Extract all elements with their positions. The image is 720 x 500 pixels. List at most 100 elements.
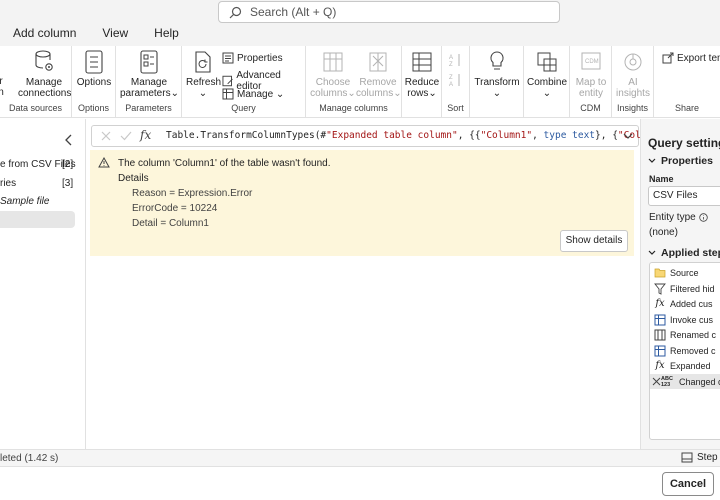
ribbon: rn Manage connections Data sources Optio… [0,46,720,118]
group-parameters: Manage parameters⌄ Parameters [116,46,182,118]
reduce-rows-label-2: rows [407,88,429,99]
map-to-entity-button[interactable]: CDM Map to entity [572,50,610,99]
export-template-label: Export temp [677,52,720,64]
group-label-manage-columns: Manage columns [319,103,388,113]
group-insights: AI insights Insights [612,46,654,118]
applied-steps-section-header[interactable]: Applied steps [648,247,720,259]
abc-123-icon: ABC 123 [661,375,673,388]
group-label-query: Query [231,103,256,113]
choose-columns-icon [323,52,343,72]
ai-insights-icon [624,53,642,71]
info-icon[interactable] [699,213,708,222]
combine-button[interactable]: Combine ⌄ [526,50,568,99]
step-label: Step [697,452,718,463]
table-icon [654,314,666,325]
queries-pane: e from CSV Files [2] ries [3] Sample fil… [0,119,86,449]
error-panel: The column 'Column1' of the table wasn't… [90,150,634,256]
search-icon [229,6,242,18]
data-source-partial-button[interactable]: rn [0,76,6,98]
manage-parameters-label-1: Manage [130,77,168,88]
cancel-button[interactable]: Cancel [662,472,714,496]
applied-step[interactable]: Invoke cus [650,312,720,327]
ai-insights-label-2: insights [616,88,650,99]
formula-text[interactable]: Table.TransformColumnTypes(#"Expanded ta… [166,130,675,141]
expand-formula-chevron-icon[interactable] [622,131,634,141]
manage-parameters-button[interactable]: Manage parameters⌄ [120,50,179,99]
menu-help[interactable]: Help [141,26,192,40]
ai-insights-button[interactable]: AI insights [614,50,652,99]
fx-icon: fx [655,298,665,309]
manage-query-label: Manage [237,88,274,100]
applied-step[interactable]: fx Expanded [650,358,720,373]
query-item-label[interactable]: ries [0,178,16,189]
group-query: Refresh ⌄ Properties Advanced editor Mana… [182,46,306,118]
step-view-button[interactable]: Step [681,452,718,463]
name-field[interactable]: CSV Files [648,186,720,206]
transform-button[interactable]: Transform ⌄ [473,50,521,99]
formula-bar[interactable]: fx Table.TransformColumnTypes(#"Expanded… [91,125,675,147]
search-box[interactable]: Search (Alt + Q) [218,1,560,23]
group-label-data-sources: Data sources [8,103,63,113]
group-label-insights: Insights [616,103,649,113]
applied-step[interactable]: Source [650,265,720,280]
error-details-label: Details [118,173,149,184]
properties-section-header[interactable]: Properties [648,155,713,167]
export-template-button[interactable]: Export temp [662,52,720,64]
entity-type-label: Entity type [649,212,696,223]
delete-step-icon[interactable] [652,377,661,386]
name-label: Name [649,174,674,184]
refresh-label: Refresh [186,77,222,88]
applied-step[interactable]: fx Added cus [650,296,720,311]
svg-text:A: A [449,55,453,61]
group-label-cdm: CDM [580,103,601,113]
chevron-down-icon [648,250,656,255]
applied-step[interactable]: Filtered hid [650,281,720,296]
manage-connections-label-2: connections [18,88,72,99]
manage-connections-label-1: Manage [25,77,63,88]
chevron-down-icon: ⌄ [170,88,179,99]
choose-columns-button[interactable]: Choose columns⌄ [310,50,356,99]
properties-button[interactable]: Properties [222,52,283,64]
applied-step[interactable]: Removed c [650,343,720,358]
query-item-count: [2] [62,159,74,170]
menu-view[interactable]: View [89,26,141,40]
search-placeholder: Search (Alt + Q) [250,5,337,19]
filter-icon [654,283,666,295]
menu-add-column[interactable]: Add column [0,26,89,40]
query-item-label[interactable]: Sample file [0,196,49,207]
sort-ascending-icon[interactable]: AZ [449,52,463,68]
applied-step-selected[interactable]: ABC 123 Changed c [650,374,720,389]
options-label: Options [76,77,112,88]
options-button[interactable]: Options [76,50,112,88]
refresh-button[interactable]: Refresh ⌄ [186,50,222,99]
sort-descending-icon[interactable]: ZA [449,72,463,88]
properties-icon [222,52,234,64]
svg-text:Z: Z [449,62,453,68]
manage-connections-button[interactable]: Manage connections [18,50,72,99]
fx-icon: fx [140,128,152,142]
svg-text:Z: Z [449,75,453,81]
reduce-rows-button[interactable]: Reduce rows⌄ [404,50,440,99]
cancel-formula-icon[interactable] [100,130,112,142]
title-bar: Search (Alt + Q) Add column View Help [0,0,720,46]
commit-formula-icon[interactable] [120,130,132,142]
chevron-down-icon [648,158,656,163]
transform-bulb-icon [490,51,504,70]
error-code: ErrorCode = 10224 [132,203,218,214]
query-item-selected[interactable] [0,211,75,228]
manage-parameters-label-2: parameters [120,88,171,99]
collapse-chevron-icon[interactable] [64,133,74,147]
choose-columns-label-1: Choose [315,77,351,88]
remove-columns-label-1: Remove [359,77,397,88]
properties-label: Properties [237,52,283,64]
options-icon [85,50,103,74]
manage-query-button[interactable]: Manage ⌄ [222,88,284,100]
group-label-sort: Sort [447,103,464,113]
entity-type-row: Entity type [649,212,708,223]
applied-step[interactable]: Renamed c [650,327,720,342]
group-sort: AZ ZA Sort [442,46,470,118]
remove-columns-button[interactable]: Remove columns⌄ [356,50,402,99]
map-to-entity-label-1: Map to [575,77,607,88]
show-details-button[interactable]: Show details [560,230,628,252]
entity-type-value: (none) [649,227,678,238]
